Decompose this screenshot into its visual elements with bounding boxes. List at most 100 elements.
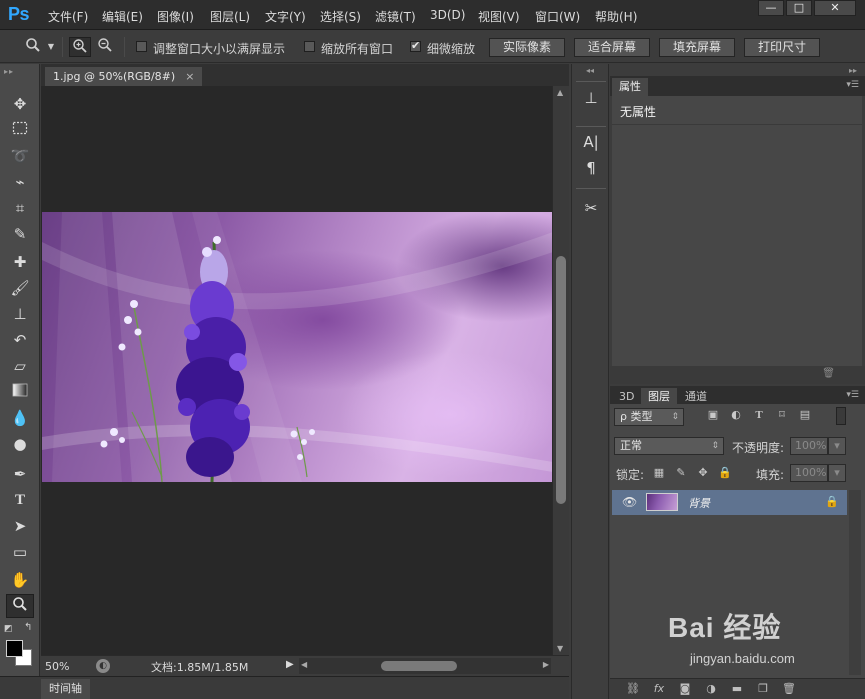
status-preview-icon[interactable]: ◐	[96, 659, 110, 673]
print-size-button[interactable]: 打印尺寸	[744, 38, 820, 57]
document-tab[interactable]: 1.jpg @ 50%(RGB/8#) ×	[45, 67, 203, 86]
resize-windows-checkbox[interactable]	[136, 41, 147, 52]
scroll-right-icon[interactable]: ▶	[543, 660, 549, 669]
filter-smart-objects-icon[interactable]: ▤	[798, 408, 812, 422]
zoom-all-windows-checkbox[interactable]	[304, 41, 315, 52]
opacity-field[interactable]: 100%	[790, 437, 828, 455]
actual-pixels-button[interactable]: 实际像素	[489, 38, 565, 57]
new-adjustment-layer-icon[interactable]: ◑	[704, 682, 718, 696]
delete-layer-icon[interactable]: 🗑	[782, 682, 796, 696]
filter-type-layers-icon[interactable]: T	[752, 408, 766, 422]
minimize-button[interactable]: —	[758, 0, 784, 16]
blur-tool-icon[interactable]: 💧	[6, 406, 34, 430]
fit-screen-button[interactable]: 适合屏幕	[574, 38, 650, 57]
properties-trash-icon[interactable]: 🗑	[822, 368, 835, 379]
lock-all-icon[interactable]: 🔒	[718, 466, 732, 480]
menu-file[interactable]: 文件(F)	[48, 8, 88, 25]
move-tool-icon[interactable]: ✥	[6, 92, 34, 116]
new-group-icon[interactable]: ▬	[730, 682, 744, 696]
scrubby-zoom-checkbox[interactable]	[410, 39, 421, 52]
zoom-tool-icon[interactable]	[6, 594, 34, 618]
maximize-button[interactable]: □	[786, 0, 812, 16]
fill-dropdown-icon[interactable]: ▾	[828, 464, 846, 482]
canvas-area[interactable]	[41, 86, 553, 655]
layer-name[interactable]: 背景	[688, 495, 710, 511]
pen-tool-icon[interactable]: ✒	[6, 462, 34, 486]
menu-view[interactable]: 视图(V)	[478, 8, 520, 25]
new-layer-icon[interactable]: ❐	[756, 682, 770, 696]
character-panel-icon[interactable]: A|	[577, 130, 605, 154]
lock-transparent-pixels-icon[interactable]: ▦	[652, 466, 666, 480]
timeline-tab[interactable]: 时间轴	[41, 679, 90, 699]
status-menu-arrow-icon[interactable]: ▶	[286, 659, 294, 670]
fill-screen-button[interactable]: 填充屏幕	[659, 38, 735, 57]
menu-layer[interactable]: 图层(L)	[210, 8, 250, 25]
lock-image-pixels-icon[interactable]: ✎	[674, 466, 688, 480]
add-mask-icon[interactable]: ◙	[678, 682, 692, 696]
properties-panel-menu-icon[interactable]: ▾☰	[846, 80, 859, 90]
scroll-up-icon[interactable]: ▲	[557, 88, 563, 97]
filter-toggle-switch[interactable]	[836, 407, 846, 425]
healing-brush-tool-icon[interactable]: ✚	[6, 250, 34, 274]
type-tool-icon[interactable]: T	[6, 488, 34, 512]
layer-filter-kind-dropdown[interactable]: ρ 类型 ⇕	[614, 408, 684, 426]
quick-selection-tool-icon[interactable]: ⌁	[6, 170, 34, 194]
gradient-tool-icon[interactable]	[6, 380, 34, 404]
layer-visibility-eye-icon[interactable]: 👁	[622, 495, 637, 509]
fill-field[interactable]: 100%	[790, 464, 828, 482]
default-colors-icon[interactable]: ◩	[4, 624, 13, 634]
document-size-info[interactable]: 文档:1.85M/1.85M	[151, 659, 248, 675]
rectangle-tool-icon[interactable]: ▭	[6, 540, 34, 564]
history-brush-tool-icon[interactable]: ↶	[6, 328, 34, 352]
zoom-level-field[interactable]: 50%	[45, 659, 87, 674]
menu-edit[interactable]: 编辑(E)	[102, 8, 143, 25]
path-selection-tool-icon[interactable]: ➤	[6, 514, 34, 538]
panel-collapse-grip-icon[interactable]: ▸▸	[4, 67, 14, 76]
menu-filter[interactable]: 滤镜(T)	[375, 8, 416, 25]
swap-colors-icon[interactable]: ↰	[24, 622, 32, 633]
scroll-left-icon[interactable]: ◀	[301, 660, 307, 669]
menu-select[interactable]: 选择(S)	[320, 8, 361, 25]
layer-style-fx-icon[interactable]: fx	[652, 682, 666, 696]
layers-scrollbar[interactable]	[849, 490, 861, 675]
layers-panel-menu-icon[interactable]: ▾☰	[846, 390, 859, 400]
filter-shape-layers-icon[interactable]: ⌑	[775, 408, 789, 422]
link-layers-icon[interactable]: ⛓	[626, 682, 640, 696]
close-button[interactable]: ✕	[814, 0, 856, 16]
hand-tool-icon[interactable]: ✋	[6, 568, 34, 592]
zoom-tool-preset-icon[interactable]	[22, 37, 44, 57]
scroll-down-icon[interactable]: ▼	[557, 644, 563, 653]
menu-window[interactable]: 窗口(W)	[535, 8, 580, 25]
eraser-tool-icon[interactable]: ▱	[6, 354, 34, 378]
brush-tool-icon[interactable]: 🖌	[6, 276, 34, 300]
filter-pixel-layers-icon[interactable]: ▣	[706, 408, 720, 422]
menu-help[interactable]: 帮助(H)	[595, 8, 637, 25]
crop-tool-icon[interactable]: ⌗	[6, 196, 34, 220]
horizontal-scroll-thumb[interactable]	[381, 661, 457, 671]
paragraph-panel-icon[interactable]: ¶	[577, 156, 605, 180]
history-panel-icon[interactable]: ⊥	[577, 86, 605, 110]
tool-presets-panel-icon[interactable]: ✂	[577, 196, 605, 220]
menu-image[interactable]: 图像(I)	[157, 8, 194, 25]
zoom-out-icon[interactable]	[94, 37, 116, 57]
zoom-in-icon[interactable]	[69, 37, 91, 57]
preset-dropdown-caret-icon[interactable]: ▼	[46, 37, 56, 57]
dodge-tool-icon[interactable]: ●	[6, 432, 34, 456]
document-vertical-scrollbar[interactable]: ▲ ▼	[552, 86, 569, 655]
tab-properties[interactable]: 属性	[612, 78, 648, 96]
lasso-tool-icon[interactable]: ➰	[6, 144, 34, 168]
marquee-tool-icon[interactable]	[6, 118, 34, 142]
menu-3d[interactable]: 3D(D)	[430, 8, 465, 22]
clone-stamp-tool-icon[interactable]: ⊥	[6, 302, 34, 326]
filter-adjustment-layers-icon[interactable]: ◐	[729, 408, 743, 422]
vertical-scroll-thumb[interactable]	[556, 256, 566, 504]
document-image[interactable]	[42, 212, 553, 482]
dock-collapse-icon[interactable]: ◂◂	[586, 66, 594, 75]
close-document-icon[interactable]: ×	[185, 70, 194, 83]
document-horizontal-scrollbar[interactable]: ◀ ▶	[299, 658, 551, 674]
menu-type[interactable]: 文字(Y)	[265, 8, 306, 25]
eyedropper-tool-icon[interactable]: ✎	[6, 222, 34, 246]
panels-collapse-icon[interactable]: ▸▸	[849, 66, 857, 75]
foreground-color-swatch[interactable]	[6, 640, 23, 657]
layer-row-background[interactable]: 👁 背景 🔒	[612, 490, 847, 515]
